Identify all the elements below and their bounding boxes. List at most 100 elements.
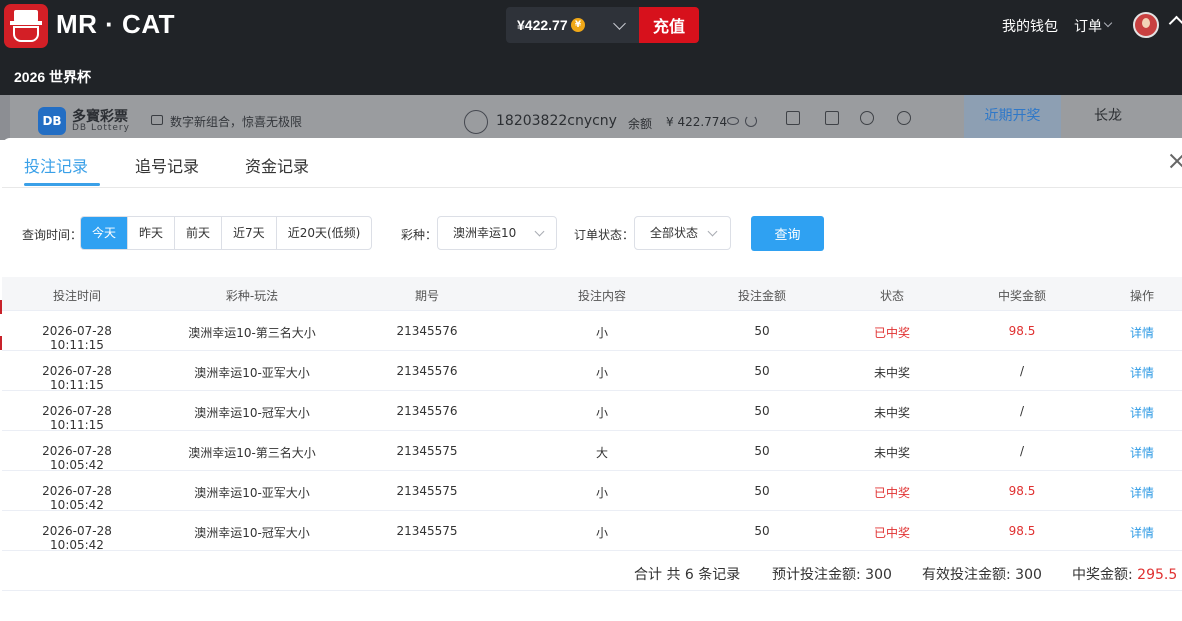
table-summary: 合计 共 6 条记录 预计投注金额: 300 有效投注金额: 300 中奖金额:…: [2, 551, 1182, 591]
lottery-type-value: 澳洲幸运10: [453, 226, 517, 240]
cell-game: 澳洲幸运10-冠军大小: [194, 406, 310, 420]
order-status-label: 订单状态：: [574, 228, 635, 242]
summary-valid-label: 有效投注金额:: [922, 567, 1011, 583]
cell-amount: 50: [754, 404, 770, 418]
cell-game: 澳洲幸运10-第三名大小: [188, 446, 316, 460]
arrow-icon[interactable]: [1168, 15, 1182, 32]
detail-link[interactable]: 详情: [1092, 364, 1182, 381]
cell-win-amount: 98.5: [1008, 484, 1036, 498]
lottery-slogan: 数字新组合，惊喜无极限: [170, 115, 303, 129]
tab-fund-records[interactable]: 资金记录: [245, 153, 309, 177]
cell-amount: 50: [754, 324, 770, 338]
summary-valid: 有效投注金额: 300: [922, 564, 1042, 584]
cell-status: 未中奖: [873, 406, 910, 420]
cell-issue: 21345576: [396, 364, 458, 378]
tab-dragon[interactable]: 长龙: [1061, 95, 1155, 138]
my-wallet-link[interactable]: 我的钱包: [1002, 16, 1058, 36]
col-issue[interactable]: 期号: [377, 287, 477, 304]
cell-status: 未中奖: [873, 446, 910, 460]
avatar[interactable]: [1133, 12, 1159, 38]
refresh-icon[interactable]: [745, 115, 757, 127]
speaker-icon: [151, 115, 163, 125]
cell-content: 小: [595, 366, 608, 380]
cell-issue: 21345575: [396, 484, 458, 498]
chevron-down-icon: [613, 17, 626, 30]
brand-name[interactable]: MR · CAT: [56, 9, 175, 40]
summary-win: 中奖金额: 295.5: [1072, 564, 1177, 584]
cell-issue: 21345575: [396, 444, 458, 458]
cell-bet-time: 2026-07-28 10:05:42: [42, 484, 112, 512]
table-row: 2026-07-28 10:05:42 澳洲幸运10-亚军大小 21345575 小 5…: [2, 471, 1182, 512]
balance-value: ¥ 422.774: [666, 115, 728, 129]
close-icon[interactable]: [1168, 152, 1182, 170]
active-tab-indicator: [24, 183, 100, 186]
top-nav-bar: MR · CAT ¥422.77 ¥ 充值 我的钱包 订单 2026 世界杯: [0, 0, 1182, 95]
cell-content: 小: [595, 406, 608, 420]
cup-icon[interactable]: [786, 111, 800, 125]
order-status-value: 全部状态: [650, 226, 699, 240]
summary-valid-value: 300: [1015, 567, 1042, 583]
cell-bet-time: 2026-07-28 10:11:15: [42, 324, 112, 352]
summary-expected: 预计投注金额: 300: [772, 564, 892, 584]
detail-link[interactable]: 详情: [1092, 324, 1182, 341]
table-row: 2026-07-28 10:11:15 澳洲幸运10-亚军大小 21345576 小 5…: [2, 351, 1182, 392]
cell-game: 澳洲幸运10-冠军大小: [194, 526, 310, 540]
detail-link[interactable]: 详情: [1092, 484, 1182, 501]
cell-content: 小: [595, 526, 608, 540]
lottery-type-select[interactable]: 澳洲幸运10: [437, 216, 557, 250]
filter-bar: 查询时间： 今天 昨天 前天 近7天 近20天(低频) 彩种： 澳洲幸运10 订…: [2, 216, 1182, 252]
db-lottery-logo-icon: DB: [38, 107, 66, 135]
time-option-today[interactable]: 今天: [81, 217, 129, 249]
tab-chase-records[interactable]: 追号记录: [135, 153, 199, 177]
lottery-type-label: 彩种：: [401, 228, 438, 242]
lottery-subname: DB Lottery: [72, 123, 130, 133]
recharge-button[interactable]: 充值: [639, 7, 699, 43]
col-amount[interactable]: 投注金额: [712, 287, 812, 304]
detail-link[interactable]: 详情: [1092, 404, 1182, 421]
cell-win-amount: 98.5: [1008, 324, 1036, 338]
gear-icon[interactable]: [860, 111, 874, 125]
col-bet-time[interactable]: 投注时间: [17, 287, 137, 304]
order-status-select[interactable]: 全部状态: [634, 216, 731, 250]
edit-icon[interactable]: [825, 111, 839, 125]
time-option-7days[interactable]: 近7天: [222, 217, 277, 249]
time-option-yesterday[interactable]: 昨天: [128, 217, 176, 249]
tab-bet-records[interactable]: 投注记录: [24, 153, 88, 177]
cell-content: 大: [595, 446, 608, 460]
query-button[interactable]: 查询: [751, 216, 824, 251]
detail-link[interactable]: 详情: [1092, 444, 1182, 461]
cell-win-amount: /: [1019, 444, 1025, 458]
cell-game: 澳洲幸运10-亚军大小: [194, 486, 310, 500]
cell-bet-time: 2026-07-28 10:05:42: [42, 524, 112, 552]
detail-link[interactable]: 详情: [1092, 524, 1182, 541]
col-game[interactable]: 彩种-玩法: [172, 287, 332, 304]
summary-expected-label: 预计投注金额:: [772, 567, 861, 583]
eye-icon[interactable]: [727, 117, 739, 125]
tab-recent-draws[interactable]: 近期开奖: [964, 95, 1061, 138]
table-row: 2026-07-28 10:11:15 澳洲幸运10-第三名大小 21345576 小…: [2, 311, 1182, 352]
cell-issue: 21345575: [396, 524, 458, 538]
table-row: 2026-07-28 10:05:42 澳洲幸运10-冠军大小 21345575 小 5…: [2, 511, 1182, 552]
col-action[interactable]: 操作: [1092, 287, 1182, 304]
balance-label: 余额: [628, 117, 653, 131]
col-status[interactable]: 状态: [842, 287, 942, 304]
orders-menu[interactable]: 订单: [1074, 16, 1102, 36]
mrcat-logo-icon[interactable]: [4, 4, 48, 48]
cell-status: 已中奖: [873, 326, 910, 340]
cell-amount: 50: [754, 484, 770, 498]
globe-icon[interactable]: [897, 111, 911, 125]
cell-win-amount: 98.5: [1008, 524, 1036, 538]
world-cup-title[interactable]: 2026 世界杯: [14, 67, 91, 87]
time-option-20days[interactable]: 近20天(低频): [277, 217, 372, 249]
cell-content: 小: [595, 326, 608, 340]
col-content[interactable]: 投注内容: [552, 287, 652, 304]
col-win-amount[interactable]: 中奖金额: [972, 287, 1072, 304]
time-option-day-before[interactable]: 前天: [175, 217, 223, 249]
user-icon: [464, 110, 488, 134]
table-row: 2026-07-28 10:11:15 澳洲幸运10-冠军大小 21345576 小 5…: [2, 391, 1182, 432]
table-header: 投注时间 彩种-玩法 期号 投注内容 投注金额 状态 中奖金额 操作: [2, 277, 1182, 311]
balance-dropdown[interactable]: ¥422.77 ¥: [506, 7, 640, 43]
cell-amount: 50: [754, 524, 770, 538]
chevron-down-icon: [707, 226, 718, 237]
cell-game: 澳洲幸运10-亚军大小: [194, 366, 310, 380]
